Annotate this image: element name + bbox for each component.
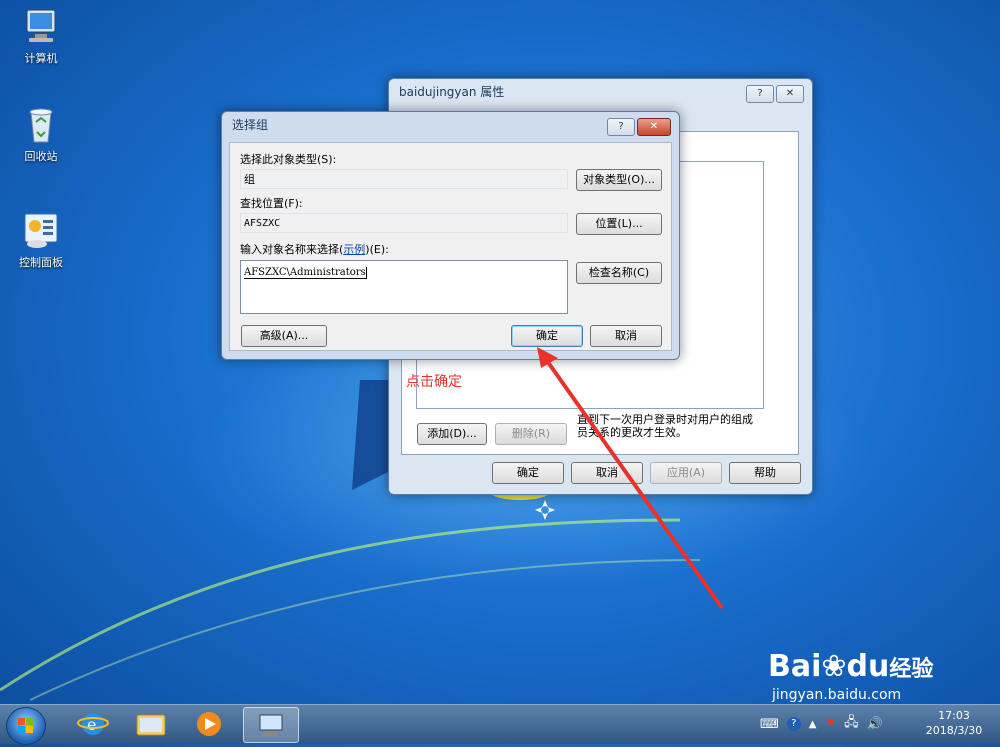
annotation-arrow xyxy=(537,347,724,610)
keyboard-icon[interactable]: ⌨ xyxy=(760,717,779,732)
tray-expand-icon[interactable]: ▲ xyxy=(809,719,817,730)
annotation-label: 点击确定 xyxy=(406,374,462,390)
clock[interactable]: 17:03 2018/3/30 xyxy=(918,708,990,738)
system-tray: ⌨ ? ▲ ⚑ 🖧 🔊 xyxy=(760,711,910,737)
paw-icon: ❀ xyxy=(821,649,847,684)
baidu-logo-du: du xyxy=(846,649,890,684)
baidu-watermark: Bai❀du经验 jingyan.baidu.com xyxy=(768,650,948,710)
computer-mgmt-icon xyxy=(259,714,283,736)
volume-icon[interactable]: 🔊 xyxy=(867,717,883,732)
taskbar-computer-management[interactable] xyxy=(243,707,299,743)
clock-time: 17:03 xyxy=(938,709,970,722)
windows-logo-icon xyxy=(18,718,33,733)
explorer-icon xyxy=(136,714,166,736)
taskbar-media-player[interactable] xyxy=(182,707,236,741)
watermark-url: jingyan.baidu.com xyxy=(772,687,902,703)
start-button[interactable] xyxy=(6,707,46,745)
help-icon[interactable]: ? xyxy=(786,717,801,731)
baidu-logo-bai: Bai xyxy=(768,649,822,684)
ie-icon: e xyxy=(77,713,109,735)
taskbar-explorer[interactable] xyxy=(124,707,178,741)
taskbar-ie[interactable]: e xyxy=(66,707,120,741)
clock-date: 2018/3/30 xyxy=(925,724,983,737)
baidu-logo: Bai❀du经验 xyxy=(768,650,948,687)
baidu-logo-suffix: 经验 xyxy=(889,657,934,682)
action-center-icon[interactable]: ⚑ xyxy=(824,717,836,732)
taskbar: e ⌨ ? ▲ ⚑ 🖧 🔊 17:03 2018/3/30 xyxy=(0,704,1000,745)
network-icon[interactable]: 🖧 xyxy=(844,713,859,735)
media-player-icon xyxy=(197,712,221,736)
